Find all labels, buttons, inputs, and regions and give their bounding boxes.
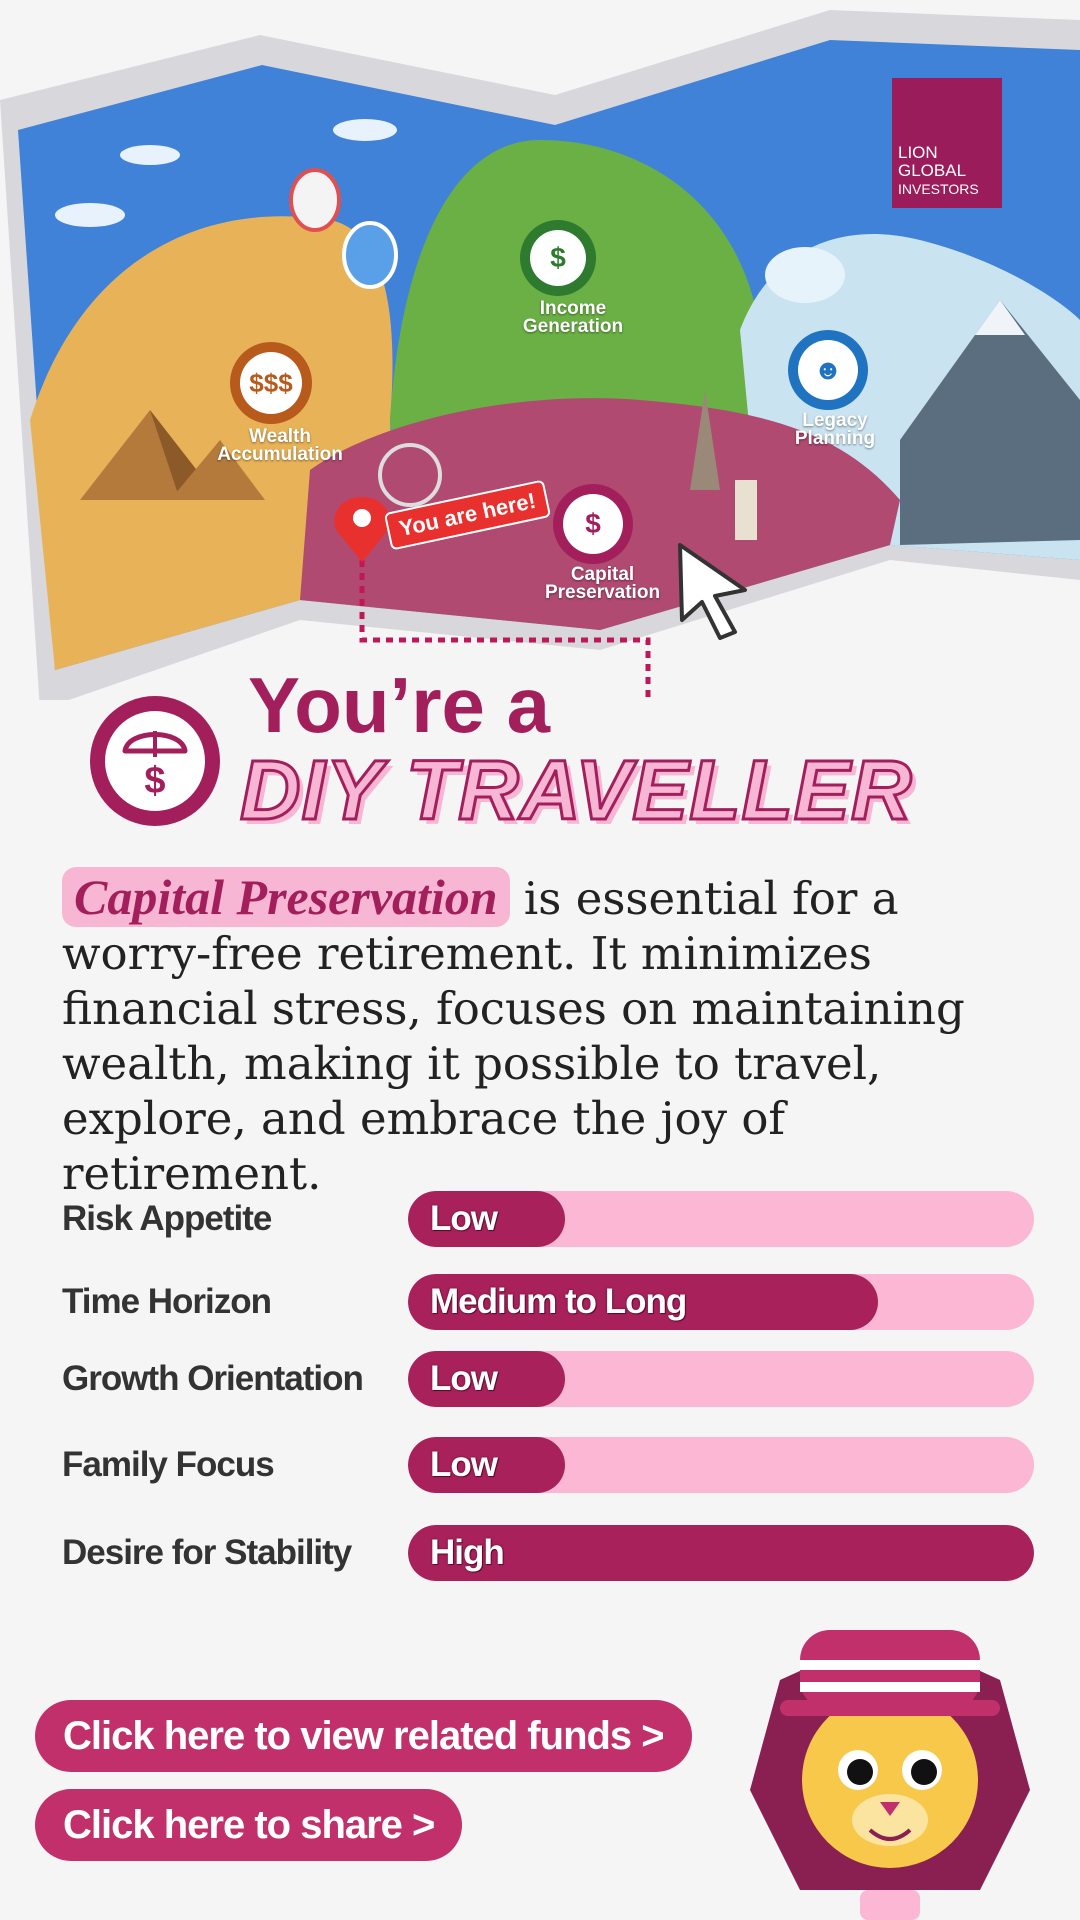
- result-prefix: You’re a: [248, 661, 550, 749]
- meter-label: Growth Orientation: [62, 1359, 364, 1398]
- meter-track: Low: [408, 1437, 1034, 1493]
- meter-track: Medium to Long: [408, 1274, 1034, 1330]
- umbrella-dollar-icon: $: [105, 711, 205, 811]
- highlight-term: Capital Preservation: [62, 867, 510, 927]
- legacy-planning-icon: ☻: [788, 330, 868, 410]
- region-label-legacy: Legacy Planning: [794, 410, 876, 449]
- meter-label: Time Horizon: [62, 1282, 272, 1321]
- meter-row: Desire for Stability High: [62, 1525, 1034, 1585]
- view-funds-button[interactable]: Click here to view related funds >: [35, 1700, 692, 1772]
- persona-badge: $: [90, 696, 220, 826]
- meter-track: Low: [408, 1191, 1034, 1247]
- income-generation-icon: $: [520, 220, 596, 296]
- lion-mascot: [750, 1630, 1030, 1920]
- meter-row: Risk Appetite Low: [62, 1191, 1034, 1251]
- meter-label: Desire for Stability: [62, 1533, 352, 1572]
- persona-title: DIY TRAVELLER: [239, 742, 914, 839]
- region-label-capital: Capital Preservation: [544, 564, 661, 603]
- meter-row: Time Horizon Medium to Long: [62, 1274, 1034, 1334]
- meter-value: Low: [430, 1199, 498, 1238]
- share-button[interactable]: Click here to share >: [35, 1789, 463, 1861]
- svg-text:$: $: [144, 760, 165, 801]
- meter-value: Low: [430, 1359, 498, 1398]
- capital-preservation-icon: $: [553, 484, 633, 564]
- meter-label: Family Focus: [62, 1445, 275, 1484]
- region-label-income: Income Generation: [522, 298, 624, 337]
- meter-row: Growth Orientation Low: [62, 1351, 1034, 1411]
- lion-global-logo: LION GLOBAL INVESTORS: [892, 78, 1002, 208]
- meter-label: Risk Appetite: [62, 1199, 272, 1238]
- meter-value: High: [430, 1533, 505, 1572]
- meter-value: Medium to Long: [430, 1282, 687, 1321]
- persona-description: Capital Preservation is essential for a …: [62, 867, 1052, 1201]
- meter-value: Low: [430, 1445, 498, 1484]
- meter-track: High: [408, 1525, 1034, 1581]
- region-label-wealth: Wealth Accumulation: [217, 426, 343, 465]
- wealth-accumulation-icon: $$$: [230, 342, 312, 424]
- meter-track: Low: [408, 1351, 1034, 1407]
- meter-row: Family Focus Low: [62, 1437, 1034, 1497]
